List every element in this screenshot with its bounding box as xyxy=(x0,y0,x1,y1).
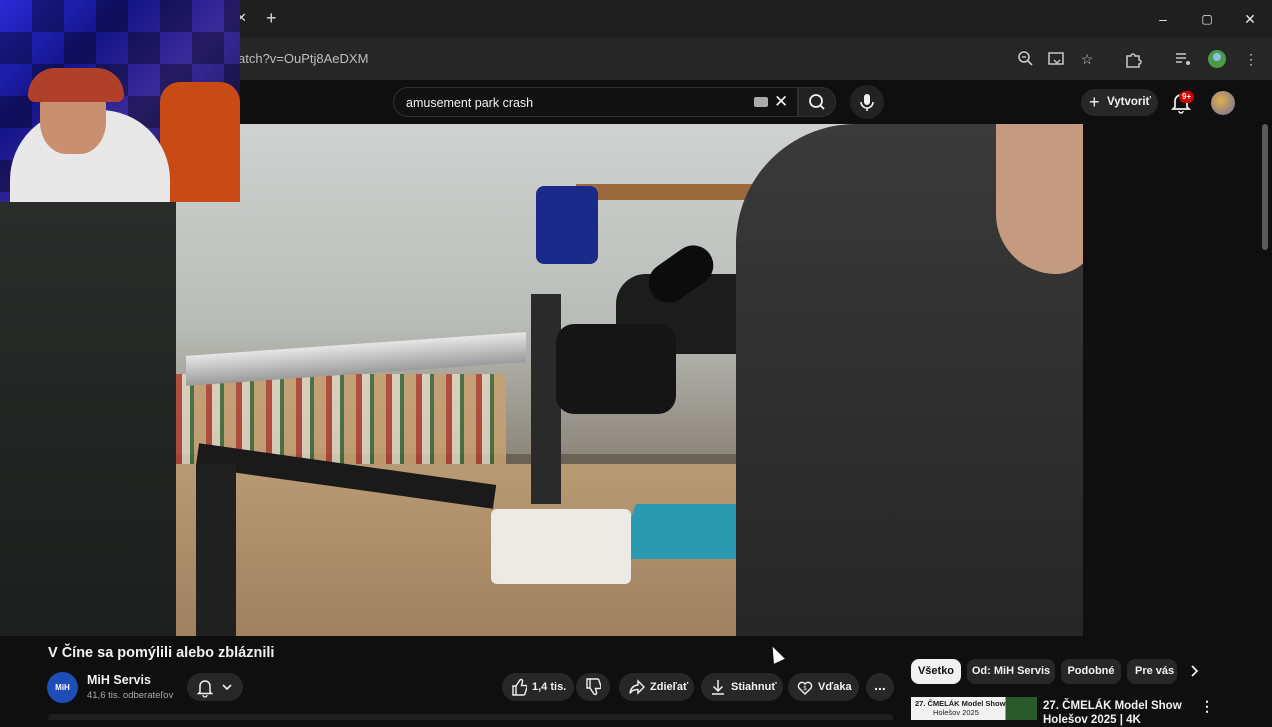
chip-all[interactable]: Všetko xyxy=(911,659,961,684)
share-button[interactable]: Zdieľať xyxy=(619,673,694,701)
subscriber-count: 41,6 tis. odberateľov xyxy=(87,690,174,701)
download-label: Stiahnuť xyxy=(731,681,777,693)
mouse-cursor-icon xyxy=(767,644,785,664)
notification-badge: 9+ xyxy=(1179,91,1195,103)
mic-icon xyxy=(860,94,874,111)
microscope-base xyxy=(491,509,631,584)
channel-name[interactable]: MiH Servis xyxy=(87,673,151,687)
like-count: 1,4 tis. xyxy=(532,681,567,693)
chip-related[interactable]: Podobné xyxy=(1061,659,1121,684)
dislike-button[interactable] xyxy=(576,673,610,701)
video-frame-post xyxy=(196,464,236,636)
chevron-right-icon[interactable] xyxy=(1185,662,1203,680)
browser-menu-icon[interactable]: ⋮ xyxy=(1240,48,1262,70)
left-background-panel xyxy=(0,202,176,636)
thumbnail-text-line1: 27. ČMELÁK Model Show xyxy=(915,699,1006,708)
channel-avatar[interactable]: MiH xyxy=(47,672,78,703)
recommendation-title[interactable]: 27. ČMELÁK Model Show Holešov 2025 | 4K xyxy=(1043,699,1193,727)
share-icon xyxy=(629,673,645,701)
search-icon xyxy=(809,94,825,110)
webcam-overlay xyxy=(0,0,240,202)
search-button[interactable] xyxy=(798,87,836,117)
extensions-icon[interactable] xyxy=(1122,48,1144,70)
new-tab-icon[interactable]: + xyxy=(266,8,284,28)
chip-from-channel[interactable]: Od: MiH Servis xyxy=(967,659,1055,684)
plus-icon: + xyxy=(1089,92,1100,112)
cast-icon[interactable] xyxy=(1045,48,1067,70)
thanks-button[interactable]: $ Vďaka xyxy=(788,673,859,701)
like-button[interactable]: 1,4 tis. xyxy=(502,673,574,701)
right-background-panel xyxy=(1083,124,1257,636)
account-avatar[interactable] xyxy=(1211,91,1235,115)
voice-search-button[interactable] xyxy=(850,85,884,119)
thumbs-up-icon xyxy=(511,673,527,701)
recommendation-thumbnail[interactable]: 27. ČMELÁK Model Show Holešov 2025 xyxy=(911,697,1037,720)
heart-dollar-icon: $ xyxy=(796,673,814,701)
maximize-icon[interactable]: ▢ xyxy=(1192,8,1222,30)
webcam-chair xyxy=(160,82,240,202)
bookmark-star-icon[interactable]: ☆ xyxy=(1076,48,1098,70)
video-frame-face xyxy=(996,124,1083,274)
url-text[interactable]: atch?v=OuPtj8AeDXM xyxy=(238,51,368,66)
page-scrollbar[interactable] xyxy=(1262,124,1268,250)
create-button[interactable]: + Vytvoriť xyxy=(1081,89,1158,116)
chevron-down-icon xyxy=(222,684,232,691)
svg-text:$: $ xyxy=(803,685,807,692)
thanks-label: Vďaka xyxy=(818,681,852,693)
recommendation-menu-icon[interactable]: ⋮ xyxy=(1200,698,1214,715)
share-label: Zdieľať xyxy=(650,681,689,693)
description-box[interactable] xyxy=(48,714,893,720)
minimize-icon[interactable]: – xyxy=(1148,8,1178,30)
video-title: V Číne sa pomýlili alebo zbláznili xyxy=(48,645,275,661)
chip-for-you[interactable]: Pre vás xyxy=(1127,659,1177,684)
clear-search-icon[interactable]: ✕ xyxy=(774,92,788,112)
microscope-camera xyxy=(536,186,598,264)
profile-avatar-icon[interactable] xyxy=(1206,48,1228,70)
more-actions-button[interactable]: ... xyxy=(866,673,894,701)
close-window-icon[interactable]: ✕ xyxy=(1235,8,1265,30)
thumbnail-text-line2: Holešov 2025 xyxy=(933,708,979,717)
media-control-icon[interactable] xyxy=(1172,48,1194,70)
thumbs-down-icon xyxy=(585,673,601,701)
bell-icon xyxy=(196,680,214,698)
keyboard-icon[interactable] xyxy=(754,97,768,107)
microscope-body xyxy=(556,324,676,414)
video-player[interactable] xyxy=(176,124,1083,636)
search-input[interactable]: amusement park crash xyxy=(406,96,533,110)
webcam-cap xyxy=(28,68,124,102)
download-button[interactable]: Stiahnuť xyxy=(701,673,783,701)
search-box[interactable]: amusement park crash ✕ xyxy=(393,87,798,117)
download-icon xyxy=(710,673,726,701)
subscription-bell-button[interactable] xyxy=(187,673,243,701)
create-label: Vytvoriť xyxy=(1107,96,1152,108)
zoom-icon[interactable] xyxy=(1015,48,1037,70)
